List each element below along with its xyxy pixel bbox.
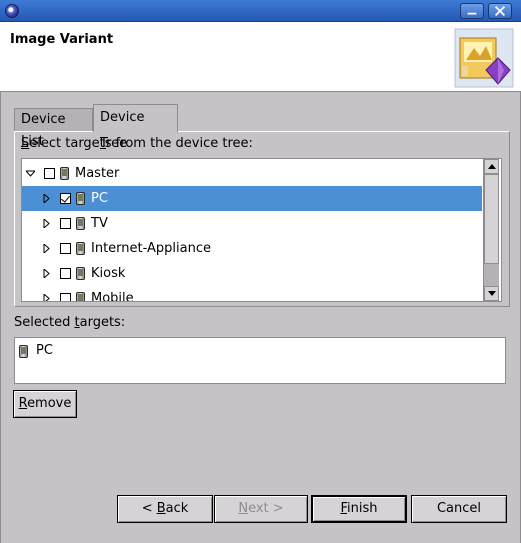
tree-row-label: Internet-Appliance [91, 241, 211, 256]
tree-row-kiosk[interactable]: Kiosk [22, 261, 482, 286]
arrow-down-icon [488, 291, 496, 296]
wizard-header: Image Variant [0, 22, 521, 92]
tab-device-list[interactable]: Device List [14, 108, 93, 149]
checkbox-mobile[interactable] [60, 293, 71, 301]
tree-row-label: PC [91, 191, 108, 206]
tab-device-tree[interactable]: Device Tree [93, 104, 178, 151]
cancel-button[interactable]: Cancel [411, 495, 507, 523]
close-button[interactable] [488, 3, 512, 19]
tree-row-mobile[interactable]: Mobile [22, 286, 482, 302]
selected-targets-list[interactable]: PC [14, 337, 506, 384]
list-item-label: PC [36, 343, 53, 358]
finish-button[interactable]: Finish [311, 495, 407, 523]
minimize-icon [467, 12, 477, 15]
collapsed-arrow-icon[interactable] [42, 269, 51, 278]
device-icon [19, 345, 28, 358]
checkbox-master[interactable] [44, 168, 55, 179]
tree-row-label: Mobile [91, 291, 134, 302]
tree-vertical-scrollbar[interactable] [483, 159, 499, 301]
expanded-arrow-icon[interactable] [26, 169, 35, 178]
tree-row-master[interactable]: Master [22, 161, 482, 186]
tree-row-tv[interactable]: TV [22, 211, 482, 236]
arrow-up-icon [488, 164, 496, 169]
scroll-down-button[interactable] [484, 286, 499, 301]
device-icon [76, 267, 85, 280]
tree-row-label: TV [91, 216, 108, 231]
remove-button[interactable]: Remove [13, 390, 77, 418]
device-icon [60, 167, 69, 180]
tree-row-pc[interactable]: PC [22, 186, 482, 211]
device-tree[interactable]: Master PC TV Internet-Appliance Kiosk Mo… [21, 158, 502, 302]
checkbox-kiosk[interactable] [60, 268, 71, 279]
collapsed-arrow-icon[interactable] [42, 244, 51, 253]
wizard-banner-icon [454, 28, 514, 88]
tree-row-label: Master [75, 166, 120, 181]
dialog-left-border [0, 92, 1, 543]
selected-targets-label: Selected targets: [14, 315, 126, 330]
back-button[interactable]: < Back [117, 495, 213, 523]
minimize-button[interactable] [460, 3, 484, 19]
device-icon [76, 217, 85, 230]
scroll-up-button[interactable] [484, 159, 499, 174]
tree-row-internet-appliance[interactable]: Internet-Appliance [22, 236, 482, 261]
device-icon [76, 292, 85, 301]
close-icon [495, 6, 505, 16]
next-button[interactable]: Next > [214, 495, 308, 523]
collapsed-arrow-icon[interactable] [42, 219, 51, 228]
page-title: Image Variant [10, 32, 114, 47]
collapsed-arrow-icon[interactable] [42, 194, 51, 203]
checkbox-pc[interactable] [60, 193, 71, 204]
collapsed-arrow-icon[interactable] [42, 294, 51, 302]
eclipse-app-icon[interactable] [5, 4, 19, 18]
scroll-thumb[interactable] [484, 174, 499, 264]
tree-section-label: Select targets from the device tree: [21, 136, 253, 151]
checkbox-tv[interactable] [60, 218, 71, 229]
device-icon [76, 192, 85, 205]
device-icon [76, 242, 85, 255]
checkbox-internet-appliance[interactable] [60, 243, 71, 254]
tree-row-label: Kiosk [91, 266, 126, 281]
window-titlebar[interactable] [0, 0, 521, 22]
